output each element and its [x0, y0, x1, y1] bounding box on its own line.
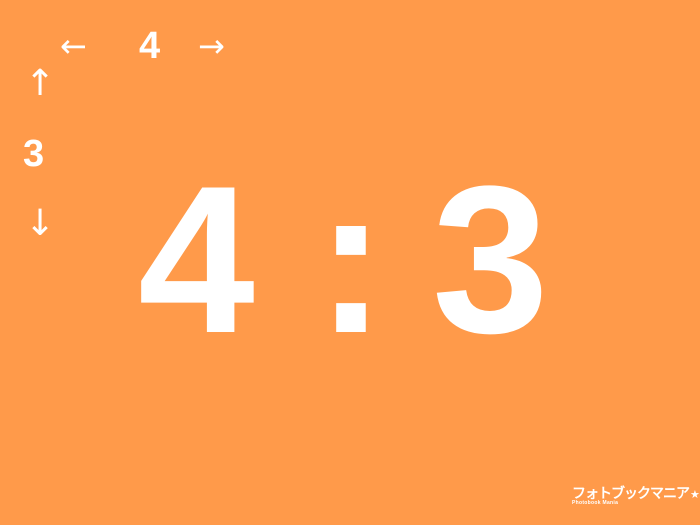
star-icon: ★	[690, 488, 700, 501]
arrow-right-icon: →	[198, 27, 225, 65]
brand-logo: フォトブックマニア★ Photobook Mania	[572, 486, 700, 506]
arrow-left-icon: ←	[60, 27, 87, 65]
arrow-down-icon: ↓	[25, 203, 56, 244]
height-label: 3	[23, 133, 45, 175]
ratio-height-value: 3	[432, 142, 549, 377]
width-label: 4	[139, 25, 161, 67]
logo-wordmark: フォトブックマニア★	[572, 486, 700, 500]
ratio-separator: :	[316, 142, 386, 377]
logo-subtitle: Photobook Mania	[572, 500, 619, 506]
ratio-width-value: 4	[138, 142, 255, 377]
arrow-up-icon: ↑	[25, 63, 56, 104]
logo-main-text: フォトブックマニア	[572, 485, 690, 501]
aspect-ratio-canvas: ← 4 → ↑ 3 ↓ 4 : 3 フォトブックマニア★ Photobook M…	[0, 0, 700, 525]
